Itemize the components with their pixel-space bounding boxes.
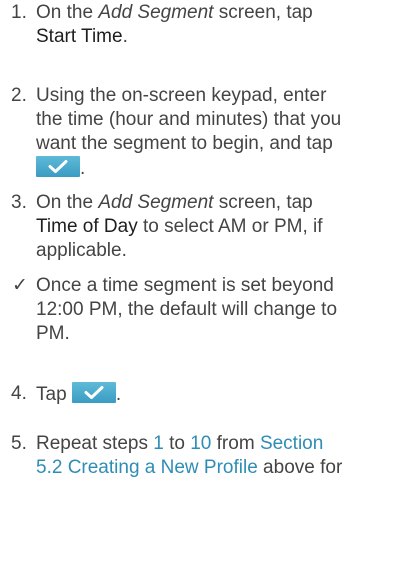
step-text: Tap .: [36, 382, 122, 405]
step-number: 2.: [11, 85, 27, 106]
step-number: 1.: [11, 2, 27, 23]
step-link-1[interactable]: 1: [153, 433, 164, 454]
step-number: 5.: [11, 433, 27, 454]
step-link-10[interactable]: 10: [190, 433, 211, 454]
step-number: 3.: [11, 192, 27, 213]
step-text: On the Add Segment screen, tap Time of D…: [36, 192, 323, 261]
step-number: 4.: [11, 383, 27, 404]
action-label: Start Time: [36, 26, 123, 47]
check-button-icon: [71, 382, 116, 403]
screen-name: Add Segment: [98, 2, 214, 23]
section-link[interactable]: Section: [260, 433, 323, 454]
step-text: On the Add Segment screen, tap Start Tim…: [36, 2, 313, 47]
step-text: Using the on-screen keypad, enter the ti…: [36, 85, 342, 179]
step-text: Repeat steps 1 to 10 from Section 5.2 Cr…: [36, 433, 343, 478]
check-button-icon: [36, 156, 80, 177]
action-label: Time of Day: [36, 216, 138, 237]
section-link-title[interactable]: 5.2 Creating a New Profile: [36, 457, 258, 478]
screen-name: Add Segment: [98, 192, 214, 213]
note-text: Once a time segment is set beyond 12:00 …: [36, 275, 338, 344]
checkmark-icon: ✓: [12, 275, 28, 296]
